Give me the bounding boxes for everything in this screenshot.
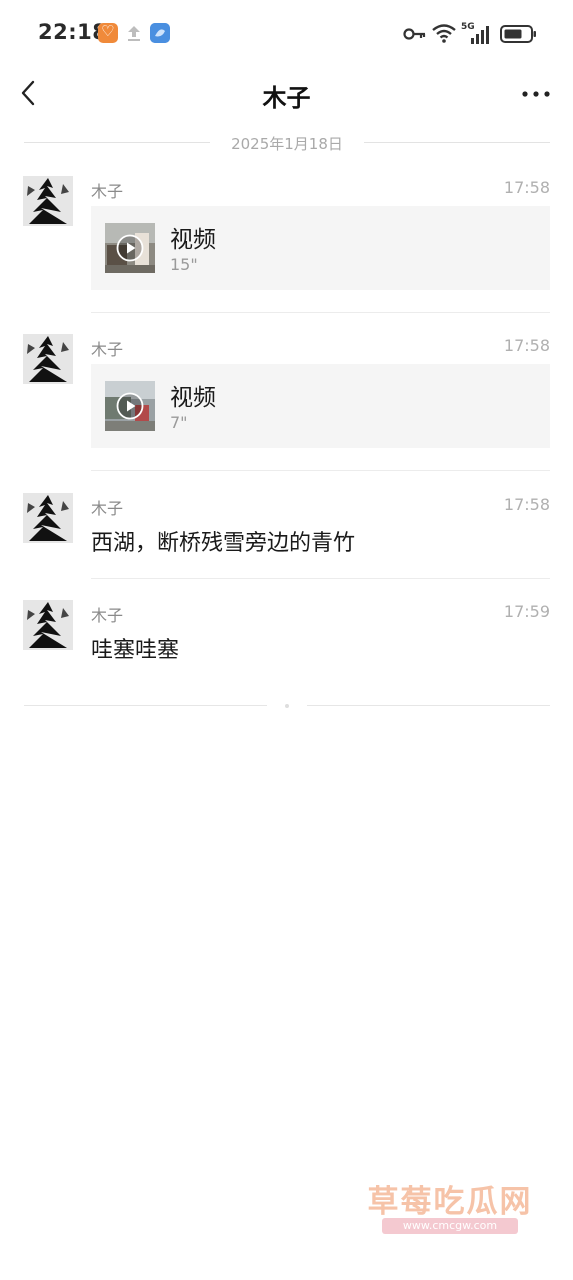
video-thumbnail: [105, 223, 155, 273]
sender-name: 木子: [91, 182, 124, 201]
message-text[interactable]: 西湖，断桥残雪旁边的青竹: [91, 525, 355, 557]
video-thumbnail: [105, 381, 155, 431]
video-title: 视频: [170, 227, 216, 253]
more-horizontal-icon[interactable]: [521, 90, 551, 98]
video-card[interactable]: 视频 7": [91, 364, 550, 448]
message-separator: [91, 470, 550, 471]
divider-line: [364, 142, 550, 143]
message-time: 17:58: [503, 495, 550, 514]
app-badge-icon: [98, 22, 118, 43]
message-time: 17:58: [503, 178, 550, 197]
video-card[interactable]: 视频 15": [91, 206, 550, 290]
message-time: 17:59: [503, 602, 550, 621]
battery-icon: [500, 25, 536, 43]
divider-dot: [285, 704, 289, 708]
divider-line: [24, 705, 267, 706]
status-bar: 22:18 5G: [0, 0, 573, 66]
avatar[interactable]: [23, 334, 73, 384]
play-icon: [116, 392, 144, 420]
message-separator: [91, 312, 550, 313]
video-duration: 7": [170, 413, 188, 432]
nav-bar: 木子: [0, 66, 573, 122]
avatar[interactable]: [23, 176, 73, 226]
avatar[interactable]: [23, 493, 73, 543]
status-time: 22:18: [38, 20, 108, 44]
upload-icon: [128, 26, 140, 41]
watermark-text: 草莓吃瓜网: [367, 1184, 533, 1220]
message-separator: [91, 578, 550, 579]
date-divider: 2025年1月18日: [24, 130, 550, 156]
video-duration: 15": [170, 255, 198, 274]
message-time: 17:58: [503, 336, 550, 355]
app-icon: [150, 23, 170, 43]
sender-name: 木子: [91, 606, 124, 625]
end-divider: [24, 704, 550, 708]
sender-name: 木子: [91, 340, 124, 359]
message-text[interactable]: 哇塞哇塞: [91, 632, 179, 664]
key-icon: [403, 28, 426, 40]
divider-line: [307, 705, 550, 706]
sender-name: 木子: [91, 499, 124, 518]
watermark-url: www.cmcgw.com: [382, 1218, 518, 1234]
date-label: 2025年1月18日: [231, 135, 343, 153]
svg-text:5G: 5G: [461, 22, 475, 32]
avatar[interactable]: [23, 600, 73, 650]
wifi-icon: [432, 24, 456, 43]
page-title: 木子: [262, 84, 311, 112]
play-icon: [116, 234, 144, 262]
signal-5g-icon: 5G: [461, 22, 489, 44]
video-title: 视频: [170, 385, 216, 411]
watermark: 草莓吃瓜网 www.cmcgw.com: [360, 1176, 540, 1242]
